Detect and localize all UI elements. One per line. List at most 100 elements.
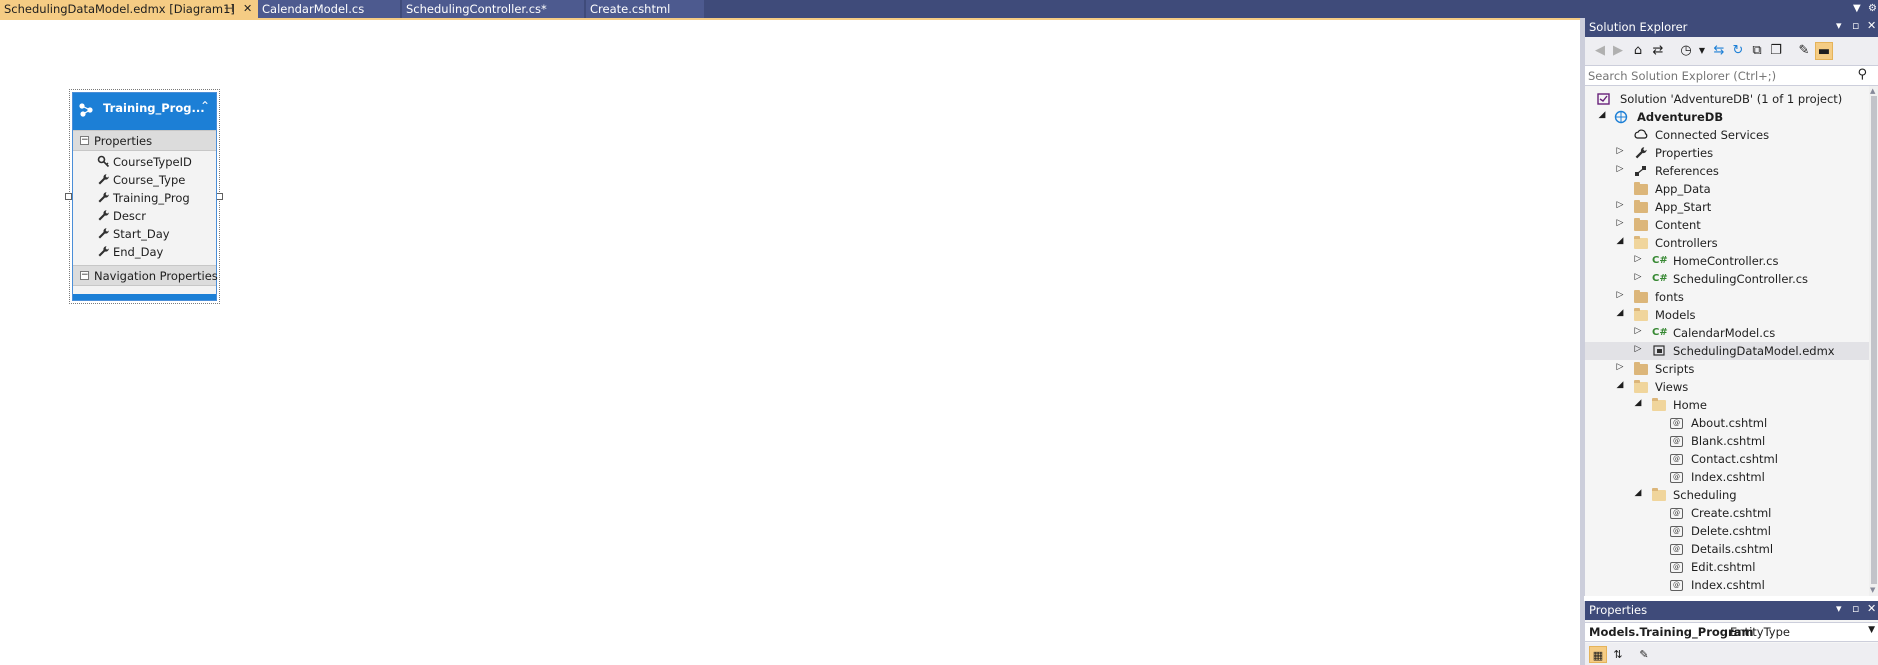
expanded-arrow-icon[interactable]: ◢ <box>1633 488 1643 498</box>
wrench-icon[interactable]: ✎ <box>1635 646 1653 663</box>
tree-item-schedulingdatamodel-edmx[interactable]: ▷ SchedulingDataModel.edmx <box>1585 342 1869 360</box>
tab-schedulingcontroller-cs[interactable]: SchedulingController.cs* <box>402 0 584 18</box>
window-position-dropdown-icon[interactable]: ▾ <box>1836 602 1842 615</box>
gear-icon[interactable]: ⚙ <box>1868 0 1877 18</box>
tree-item-app-start[interactable]: ▷ App_Start <box>1585 198 1869 216</box>
close-icon[interactable]: ✕ <box>243 0 252 18</box>
collapsed-arrow-icon[interactable]: ▷ <box>1633 254 1643 264</box>
tree-item-models[interactable]: ◢ Models <box>1585 306 1869 324</box>
scroll-up-arrow-icon[interactable]: ▲ <box>1870 87 1875 95</box>
collapsed-arrow-icon[interactable]: ▷ <box>1615 164 1625 174</box>
tree-item-views[interactable]: ◢ Views <box>1585 378 1869 396</box>
entity-property-descr[interactable]: Descr <box>73 207 216 225</box>
preview-selected-items-icon[interactable]: ▬ <box>1815 42 1833 60</box>
properties-object-selector[interactable]: Models.Training_Program EntityType ▼ <box>1585 622 1878 642</box>
entity-designer-canvas[interactable] <box>0 20 1580 665</box>
tree-item-project[interactable]: ◢ AdventureDB <box>1585 108 1869 126</box>
expanded-arrow-icon[interactable]: ◢ <box>1615 308 1625 318</box>
chevron-up-icon[interactable]: ⌃ <box>200 99 210 113</box>
categorized-view-icon[interactable]: ▦ <box>1589 646 1607 663</box>
tree-item-references[interactable]: ▷ References <box>1585 162 1869 180</box>
chevron-down-icon[interactable]: ▼ <box>1868 625 1875 635</box>
entity-property-start-day[interactable]: Start_Day <box>73 225 216 243</box>
solution-tree: Solution 'AdventureDB' (1 of 1 project) … <box>1585 86 1869 596</box>
tree-item-create-cshtml[interactable]: @ Create.cshtml <box>1585 504 1869 522</box>
entity-property-course-type[interactable]: Course_Type <box>73 171 216 189</box>
resize-handle-left[interactable] <box>65 193 72 200</box>
refresh-icon[interactable]: ↻ <box>1729 42 1747 60</box>
tree-item-calendarmodel-cs[interactable]: ▷ C# CalendarModel.cs <box>1585 324 1869 342</box>
tree-item-label: Connected Services <box>1655 128 1770 142</box>
scroll-down-arrow-icon[interactable]: ▼ <box>1870 586 1875 594</box>
entity-training-program[interactable]: Training_Prog... ⌃ − Properties CourseTy… <box>72 92 218 301</box>
collapsed-arrow-icon[interactable]: ▷ <box>1615 290 1625 300</box>
tree-item-homecontroller-cs[interactable]: ▷ C# HomeController.cs <box>1585 252 1869 270</box>
forward-arrow-icon[interactable]: ▶ <box>1609 42 1627 60</box>
search-icon[interactable]: ⚲ <box>1857 67 1867 82</box>
tree-item-content[interactable]: ▷ Content <box>1585 216 1869 234</box>
tree-item-label: Home <box>1673 398 1707 412</box>
collapsed-arrow-icon[interactable]: ▷ <box>1615 146 1625 156</box>
sync-icon[interactable]: ⇆ <box>1710 42 1728 60</box>
tab-overflow-dropdown-icon[interactable]: ▼ <box>1853 0 1861 18</box>
collapse-minus-icon[interactable]: − <box>80 136 89 145</box>
tab-calendarmodel-cs[interactable]: CalendarModel.cs <box>258 0 400 18</box>
window-position-dropdown-icon[interactable]: ▾ <box>1836 19 1842 32</box>
tree-item-edit-cshtml[interactable]: @ Edit.cshtml <box>1585 558 1869 576</box>
home-icon[interactable]: ⌂ <box>1629 42 1647 60</box>
maximize-icon[interactable]: ▫ <box>1852 19 1859 32</box>
entity-property-end-day[interactable]: End_Day <box>73 243 216 261</box>
tab-create-cshtml[interactable]: Create.cshtml <box>586 0 704 18</box>
expanded-arrow-icon[interactable]: ◢ <box>1615 236 1625 246</box>
properties-section-header[interactable]: − Properties <box>73 130 216 151</box>
entity-footer <box>73 294 216 300</box>
scrollbar-thumb[interactable] <box>1871 96 1877 584</box>
close-icon[interactable]: ✕ <box>1867 602 1876 615</box>
maximize-icon[interactable]: ▫ <box>1852 602 1859 615</box>
tree-item-index-cshtml[interactable]: @ Index.cshtml <box>1585 468 1869 486</box>
collapse-minus-icon[interactable]: − <box>80 271 89 280</box>
pin-icon[interactable]: ⊣ <box>224 0 234 18</box>
expanded-arrow-icon[interactable]: ◢ <box>1615 380 1625 390</box>
back-arrow-icon[interactable]: ◀ <box>1591 42 1609 60</box>
resize-handle-right[interactable] <box>216 193 223 200</box>
tree-item-blank-cshtml[interactable]: @ Blank.cshtml <box>1585 432 1869 450</box>
tree-item-properties[interactable]: ▷ Properties <box>1585 144 1869 162</box>
tree-item-schedulingcontroller-cs[interactable]: ▷ C# SchedulingController.cs <box>1585 270 1869 288</box>
tree-item-details-cshtml[interactable]: @ Details.cshtml <box>1585 540 1869 558</box>
alphabetical-sort-icon[interactable]: ⇅ <box>1609 646 1627 663</box>
close-icon[interactable]: ✕ <box>1867 19 1876 32</box>
solution-tree-scrollbar[interactable]: ▲ ▼ <box>1869 86 1878 596</box>
navigation-properties-section-header[interactable]: − Navigation Properties <box>73 265 218 286</box>
entity-property-coursetypeid[interactable]: CourseTypeID <box>73 153 216 171</box>
tree-item-scheduling-index-cshtml[interactable]: @ Index.cshtml <box>1585 576 1869 594</box>
show-all-files-icon[interactable]: ❐ <box>1767 42 1785 60</box>
tree-item-home-folder[interactable]: ◢ Home <box>1585 396 1869 414</box>
collapsed-arrow-icon[interactable]: ▷ <box>1633 272 1643 282</box>
collapsed-arrow-icon[interactable]: ▷ <box>1615 200 1625 210</box>
chevron-down-icon[interactable]: ▼ <box>1693 42 1711 60</box>
tree-item-scripts[interactable]: ▷ Scripts <box>1585 360 1869 378</box>
wrench-icon[interactable]: ✎ <box>1795 42 1813 60</box>
tree-item-about-cshtml[interactable]: @ About.cshtml <box>1585 414 1869 432</box>
collapsed-arrow-icon[interactable]: ▷ <box>1615 218 1625 228</box>
switch-views-icon[interactable]: ⇄ <box>1649 42 1667 60</box>
entity-header[interactable]: Training_Prog... ⌃ <box>73 93 216 130</box>
entity-property-training-prog[interactable]: Training_Prog <box>73 189 216 207</box>
expanded-arrow-icon[interactable]: ◢ <box>1597 110 1607 120</box>
tree-item-delete-cshtml[interactable]: @ Delete.cshtml <box>1585 522 1869 540</box>
tree-item-fonts[interactable]: ▷ fonts <box>1585 288 1869 306</box>
collapsed-arrow-icon[interactable]: ▷ <box>1633 344 1643 354</box>
tree-item-app-data[interactable]: App_Data <box>1585 180 1869 198</box>
tree-item-controllers[interactable]: ◢ Controllers <box>1585 234 1869 252</box>
expanded-arrow-icon[interactable]: ◢ <box>1633 398 1643 408</box>
collapse-all-icon[interactable]: ⧉ <box>1748 42 1766 60</box>
collapsed-arrow-icon[interactable]: ▷ <box>1615 362 1625 372</box>
tree-item-contact-cshtml[interactable]: @ Contact.cshtml <box>1585 450 1869 468</box>
collapsed-arrow-icon[interactable]: ▷ <box>1633 326 1643 336</box>
tab-schedulingdatamodel-edmx[interactable]: SchedulingDataModel.edmx [Diagram1] ⊣ ✕ <box>0 0 258 18</box>
tree-item-solution[interactable]: Solution 'AdventureDB' (1 of 1 project) <box>1585 90 1869 108</box>
search-input[interactable] <box>1588 67 1850 84</box>
tree-item-scheduling-folder[interactable]: ◢ Scheduling <box>1585 486 1869 504</box>
tree-item-connected-services[interactable]: Connected Services <box>1585 126 1869 144</box>
